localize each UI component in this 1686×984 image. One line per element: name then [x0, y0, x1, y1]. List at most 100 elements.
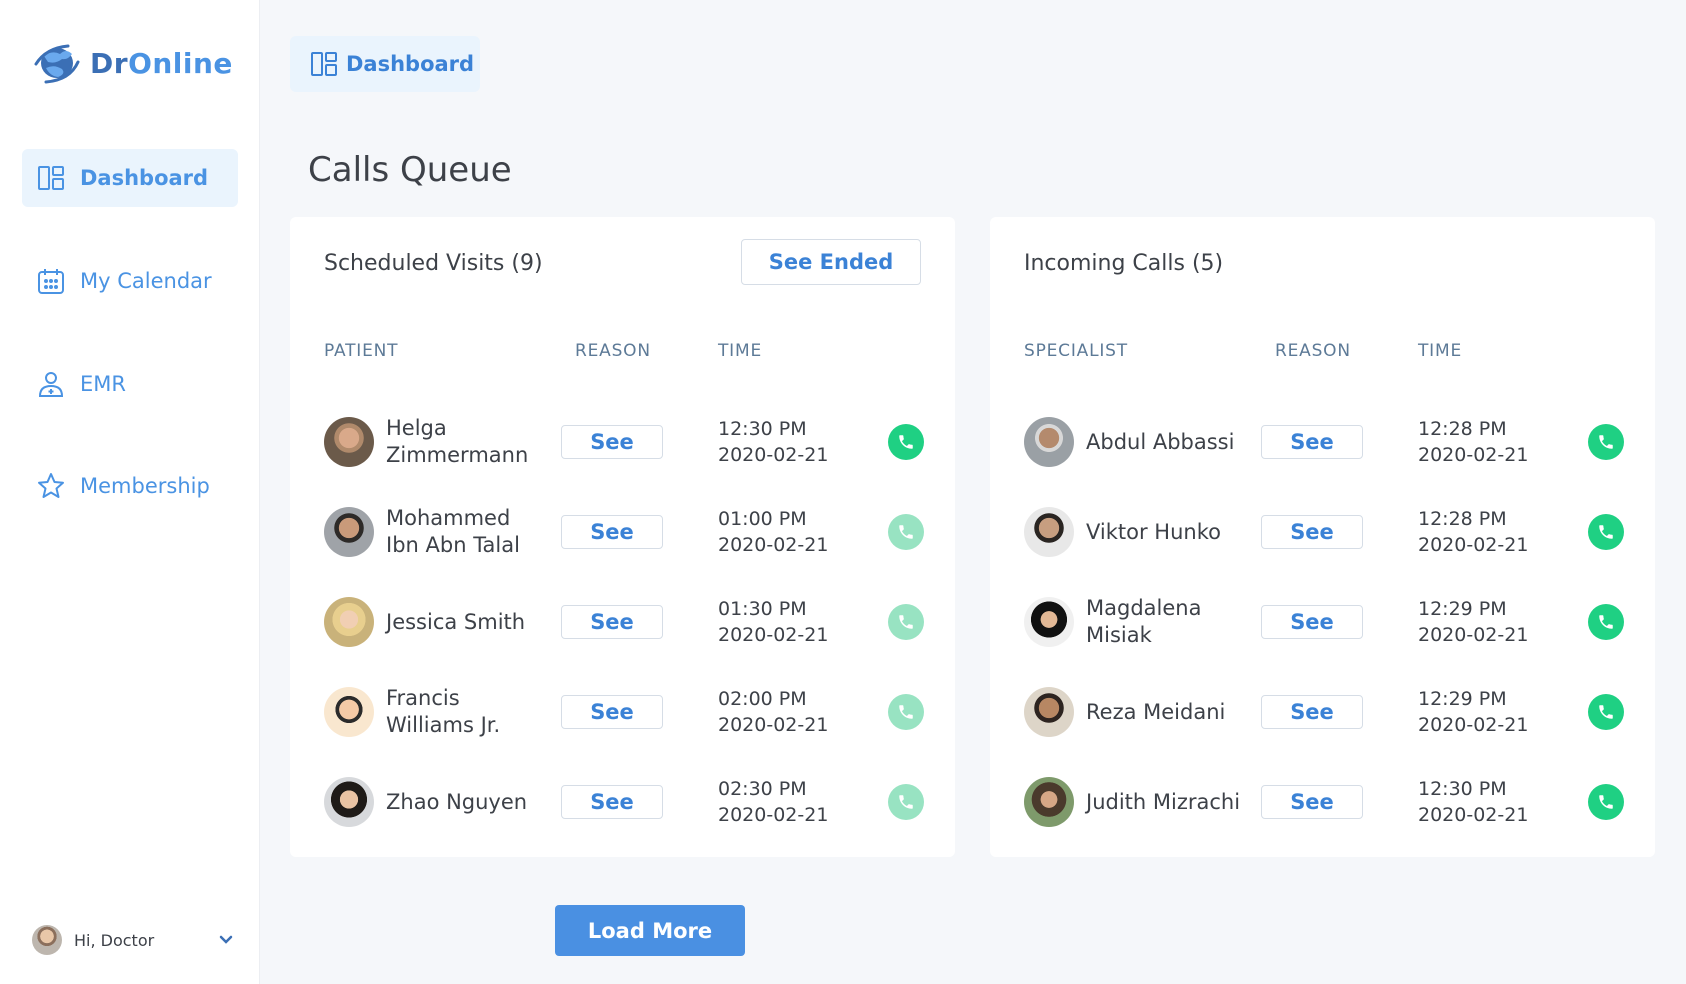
logo[interactable]: DrOnline — [32, 42, 233, 84]
time-cell: 12:28 PM 2020-02-21 — [1418, 506, 1528, 558]
user-medical-icon — [36, 369, 66, 399]
call-button[interactable] — [888, 604, 924, 640]
call-button[interactable] — [1588, 604, 1624, 640]
dashboard-icon — [311, 52, 337, 76]
dashboard-icon — [36, 163, 66, 193]
user-menu[interactable]: Hi, Doctor — [32, 924, 233, 956]
time-cell: 02:00 PM 2020-02-21 — [718, 686, 828, 738]
sidebar: DrOnline Dashboard My Calendar EMR Membe… — [0, 0, 260, 984]
person-name: Francis Williams Jr. — [386, 685, 556, 739]
person-name: Reza Meidani — [1086, 699, 1256, 726]
see-reason-button[interactable]: See — [1261, 605, 1363, 639]
time-value: 01:30 PM — [718, 598, 807, 620]
time-value: 12:28 PM — [1418, 418, 1507, 440]
logo-text-online: Online — [128, 46, 233, 80]
calendar-icon — [36, 266, 66, 296]
person-name: Viktor Hunko — [1086, 519, 1256, 546]
sidebar-item-dashboard[interactable]: Dashboard — [22, 149, 238, 207]
time-cell: 12:29 PM 2020-02-21 — [1418, 596, 1528, 648]
call-button[interactable] — [1588, 514, 1624, 550]
avatar — [1024, 777, 1074, 827]
time-cell: 12:30 PM 2020-02-21 — [1418, 776, 1528, 828]
see-ended-button[interactable]: See Ended — [741, 239, 921, 285]
see-reason-button[interactable]: See — [561, 605, 663, 639]
column-header-time[interactable]: TIME — [718, 341, 762, 361]
person-name: Magdalena Misiak — [1086, 595, 1256, 649]
person-name-line1: Reza Meidani — [1086, 700, 1226, 724]
see-reason-button[interactable]: See — [561, 515, 663, 549]
call-button[interactable] — [1588, 694, 1624, 730]
tab-label: Dashboard — [346, 52, 475, 76]
date-value: 2020-02-21 — [1418, 624, 1529, 646]
date-value: 2020-02-21 — [718, 534, 829, 556]
phone-icon — [897, 703, 915, 721]
table-row: Francis Williams Jr. See 02:00 PM 2020-02-21 — [290, 682, 955, 742]
call-button[interactable] — [888, 424, 924, 460]
avatar — [324, 777, 374, 827]
person-name: Judith Mizrachi — [1086, 789, 1256, 816]
avatar — [324, 507, 374, 557]
chevron-down-icon[interactable] — [216, 930, 236, 950]
column-header-time[interactable]: TIME — [1418, 341, 1462, 361]
person-name: Abdul Abbassi — [1086, 429, 1256, 456]
breadcrumb-tab-dashboard[interactable]: Dashboard — [290, 36, 480, 92]
table-row: Judith Mizrachi See 12:30 PM 2020-02-21 — [990, 772, 1655, 832]
see-reason-button[interactable]: See — [561, 695, 663, 729]
see-reason-button[interactable]: See — [561, 425, 663, 459]
call-button[interactable] — [1588, 424, 1624, 460]
person-name-line1: Judith Mizrachi — [1086, 790, 1241, 814]
phone-icon — [1597, 613, 1615, 631]
person-name-line1: Viktor Hunko — [1086, 520, 1221, 544]
phone-icon — [1597, 433, 1615, 451]
person-name-line1: Mohammed — [386, 506, 511, 530]
sidebar-item-emr[interactable]: EMR — [22, 355, 238, 413]
column-header-specialist[interactable]: SPECIALIST — [1024, 341, 1128, 361]
time-cell: 01:30 PM 2020-02-21 — [718, 596, 828, 648]
panel-title: Scheduled Visits (9) — [324, 251, 543, 276]
phone-icon — [897, 523, 915, 541]
see-reason-button[interactable]: See — [561, 785, 663, 819]
call-button[interactable] — [888, 784, 924, 820]
table-row: Magdalena Misiak See 12:29 PM 2020-02-21 — [990, 592, 1655, 652]
see-reason-button[interactable]: See — [1261, 695, 1363, 729]
avatar — [324, 417, 374, 467]
scheduled-visits-panel: Scheduled Visits (9) See Ended PATIENT R… — [290, 217, 955, 857]
date-value: 2020-02-21 — [718, 804, 829, 826]
date-value: 2020-02-21 — [718, 444, 829, 466]
person-name-line2: Zimmermann — [386, 443, 529, 467]
logo-text-dr: Dr — [90, 46, 129, 80]
see-reason-button[interactable]: See — [1261, 515, 1363, 549]
see-reason-button[interactable]: See — [1261, 425, 1363, 459]
call-button[interactable] — [888, 694, 924, 730]
person-name-line1: Abdul Abbassi — [1086, 430, 1235, 454]
person-name-line2: Misiak — [1086, 623, 1152, 647]
column-header-reason[interactable]: REASON — [1275, 341, 1351, 361]
phone-icon — [1597, 793, 1615, 811]
sidebar-item-membership[interactable]: Membership — [22, 457, 238, 515]
sidebar-item-label: My Calendar — [80, 269, 212, 293]
column-header-patient[interactable]: PATIENT — [324, 341, 398, 361]
load-more-button[interactable]: Load More — [555, 905, 745, 956]
avatar — [324, 687, 374, 737]
sidebar-item-label: EMR — [80, 372, 126, 396]
time-value: 12:28 PM — [1418, 508, 1507, 530]
see-reason-button[interactable]: See — [1261, 785, 1363, 819]
person-name-line2: Ibn Abn Talal — [386, 533, 520, 557]
call-button[interactable] — [888, 514, 924, 550]
phone-icon — [1597, 703, 1615, 721]
table-row: Abdul Abbassi See 12:28 PM 2020-02-21 — [990, 412, 1655, 472]
person-name: Zhao Nguyen — [386, 789, 556, 816]
date-value: 2020-02-21 — [718, 714, 829, 736]
column-header-reason[interactable]: REASON — [575, 341, 651, 361]
avatar — [32, 925, 62, 955]
sidebar-item-calendar[interactable]: My Calendar — [22, 252, 238, 310]
incoming-calls-panel: Incoming Calls (5) SPECIALIST REASON TIM… — [990, 217, 1655, 857]
person-name: Jessica Smith — [386, 609, 556, 636]
avatar — [1024, 417, 1074, 467]
date-value: 2020-02-21 — [1418, 804, 1529, 826]
call-button[interactable] — [1588, 784, 1624, 820]
time-value: 01:00 PM — [718, 508, 807, 530]
avatar — [1024, 597, 1074, 647]
star-icon — [36, 471, 66, 501]
date-value: 2020-02-21 — [1418, 444, 1529, 466]
